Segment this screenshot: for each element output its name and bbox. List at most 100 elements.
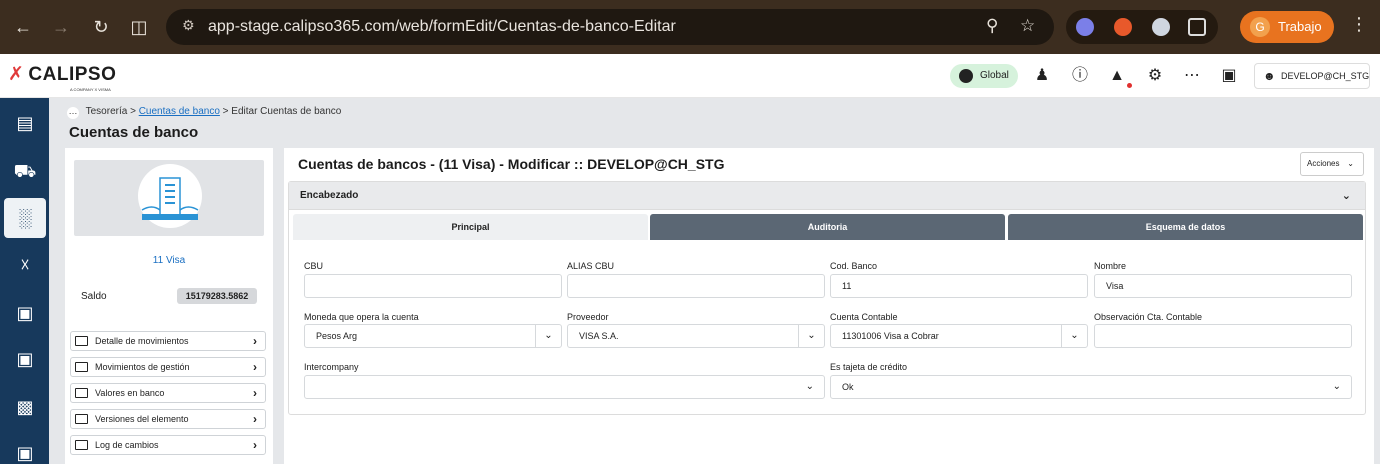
intercompany-label: Intercompany [304, 362, 359, 372]
moneda-label: Moneda que opera la cuenta [304, 312, 419, 322]
zoom-icon[interactable]: ⚲ [986, 16, 998, 36]
chevron-down-icon[interactable]: ⌄ [798, 325, 824, 347]
bookmark-star-icon[interactable]: ☆ [1020, 16, 1035, 36]
settings-icon[interactable]: ⚙ [1145, 66, 1165, 86]
forward-icon[interactable]: → [48, 14, 74, 40]
obs-cta-label: Observación Cta. Contable [1094, 312, 1203, 322]
link-valores-banco[interactable]: Valores en banco › [70, 383, 266, 403]
intercompany-select[interactable]: ⌄ [304, 375, 825, 399]
form-card: Cuentas de bancos - (11 Visa) - Modifica… [284, 148, 1374, 468]
chart-icon[interactable]: ░ [4, 198, 46, 238]
logo-mark-icon: ✗ [8, 64, 25, 85]
folder-icon [75, 336, 88, 346]
user-menu-button[interactable]: ☻ DEVELOP@CH_STG [1254, 63, 1370, 89]
back-icon[interactable]: ← [10, 14, 36, 40]
entity-card: 11 Visa Saldo 15179283.5862 Detalle de m… [65, 148, 273, 468]
cbu-input[interactable] [304, 274, 562, 298]
breadcrumb-sep: > [130, 106, 136, 117]
breadcrumb-parent-link[interactable]: Cuentas de banco [139, 106, 220, 117]
puzzle-icon[interactable] [1188, 18, 1206, 36]
agent-avatar-icon[interactable]: ♟ [1032, 66, 1052, 86]
nombre-input[interactable]: Visa [1094, 274, 1352, 298]
breadcrumb-root: Tesorería [85, 106, 128, 117]
buildings-icon[interactable]: ▩ [10, 392, 40, 422]
url-text[interactable]: app-stage.calipso365.com/web/formEdit/Cu… [208, 18, 676, 36]
entity-name: 11 Visa [152, 255, 186, 266]
logo-subtitle: A COMPANY X VISMA [70, 87, 111, 92]
tarjeta-credito-select[interactable]: Ok ⌄ [830, 375, 1352, 399]
saldo-label: Saldo [81, 291, 107, 302]
page-title: Cuentas de banco [69, 124, 199, 141]
chevron-right-icon: › [253, 412, 257, 426]
encabezado-header[interactable]: Encabezado ⌄ [289, 182, 1365, 210]
link-log-cambios[interactable]: Log de cambios › [70, 435, 266, 455]
extension-icon[interactable] [1076, 18, 1094, 36]
folder-star-2-icon[interactable]: ▣ [10, 344, 40, 374]
cuenta-contable-select[interactable]: 11301006 Visa a Cobrar ⌄ [830, 324, 1088, 348]
user-icon: ☻ [1263, 69, 1276, 83]
cbu-label: CBU [304, 261, 324, 271]
truck-icon[interactable]: ⛟ [10, 156, 40, 186]
saldo-value: 15179283.5862 [177, 288, 257, 304]
alias-cbu-input[interactable] [567, 274, 825, 298]
link-versiones-elemento[interactable]: Versiones del elemento › [70, 409, 266, 429]
nombre-label: Nombre [1094, 261, 1127, 271]
archive-icon[interactable]: ▤ [10, 108, 40, 138]
exit-icon[interactable]: ▣ [1219, 66, 1239, 86]
logo-text: CALIPSO [28, 64, 117, 85]
notifications-icon[interactable]: ▲ [1107, 66, 1127, 86]
link-movimientos-gestion[interactable]: Movimientos de gestión › [70, 357, 266, 377]
help-icon[interactable]: ⓘ [1070, 66, 1090, 86]
breadcrumb-current: Editar Cuentas de banco [231, 106, 342, 117]
profile-button[interactable]: G Trabajo [1240, 11, 1334, 43]
form-title: Cuentas de bancos - (11 Visa) - Modifica… [298, 156, 725, 172]
cod-banco-input[interactable]: 11 [830, 274, 1088, 298]
calipso-logo[interactable]: ✗ CALIPSO [8, 63, 116, 86]
folder-icon [75, 414, 88, 424]
nav-sidebar: ▤ ⛟ ░ ☓ ▣ ▣ ▩ ▣ [0, 98, 49, 464]
apps-grid-icon[interactable]: ⋯ [1182, 66, 1202, 86]
link-label: Valores en banco [95, 388, 165, 398]
chevron-right-icon: › [253, 334, 257, 348]
tab-auditoria[interactable]: Auditoria [650, 214, 1005, 240]
address-bar[interactable]: ⚙ app-stage.calipso365.com/web/formEdit/… [166, 9, 1054, 45]
split-view-icon[interactable]: ◫ [126, 14, 152, 40]
global-button[interactable]: Global [950, 64, 1018, 88]
acciones-button[interactable]: Acciones ⌄ [1300, 152, 1364, 176]
cart-icon[interactable]: ☓ [10, 250, 40, 280]
chevron-down-icon[interactable]: ⌄ [1061, 325, 1087, 347]
link-label: Versiones del elemento [95, 414, 189, 424]
obs-cta-input[interactable] [1094, 324, 1352, 348]
tab-esquema-datos[interactable]: Esquema de datos [1008, 214, 1363, 240]
proveedor-select[interactable]: VISA S.A. ⌄ [567, 324, 825, 348]
profile-avatar: G [1250, 17, 1270, 37]
proveedor-label: Proveedor [567, 312, 609, 322]
folder-star-icon[interactable]: ▣ [10, 298, 40, 328]
chevron-down-icon[interactable]: ⌄ [1333, 376, 1341, 398]
entity-image [74, 160, 264, 236]
browser-toolbar: ← → ↻ ◫ ⚙ app-stage.calipso365.com/web/f… [0, 0, 1380, 54]
encabezado-panel: Encabezado ⌄ Principal Auditoria Esquema… [288, 181, 1366, 415]
alias-cbu-label: ALIAS CBU [567, 261, 615, 271]
tarjeta-credito-label: Es tajeta de crédito [830, 362, 908, 372]
reload-icon[interactable]: ↻ [88, 14, 114, 40]
breadcrumb-sep: > [222, 106, 229, 117]
cod-banco-label: Cod. Banco [830, 261, 878, 271]
firefox-relay-icon[interactable] [1114, 18, 1132, 36]
chevron-right-icon: › [253, 360, 257, 374]
breadcrumb-more-icon[interactable]: … [67, 107, 79, 119]
extension-2-icon[interactable] [1152, 18, 1170, 36]
tarjeta-credito-value: Ok [842, 382, 854, 392]
app-header: ✗ CALIPSO A COMPANY X VISMA Global ♟ ⓘ ▲ … [0, 54, 1380, 98]
moneda-select[interactable]: Pesos Arg ⌄ [304, 324, 562, 348]
tab-principal[interactable]: Principal [293, 214, 648, 240]
section-title: Encabezado [300, 190, 359, 201]
chevron-down-icon[interactable]: ⌄ [806, 376, 814, 398]
link-label: Log de cambios [95, 440, 159, 450]
site-settings-icon[interactable]: ⚙ [182, 17, 195, 34]
proveedor-value: VISA S.A. [579, 331, 619, 341]
link-detalle-movimientos[interactable]: Detalle de movimientos › [70, 331, 266, 351]
chevron-down-icon[interactable]: ⌄ [535, 325, 561, 347]
browser-menu-icon[interactable]: ⋮ [1350, 14, 1368, 35]
notification-dot [1127, 83, 1132, 88]
